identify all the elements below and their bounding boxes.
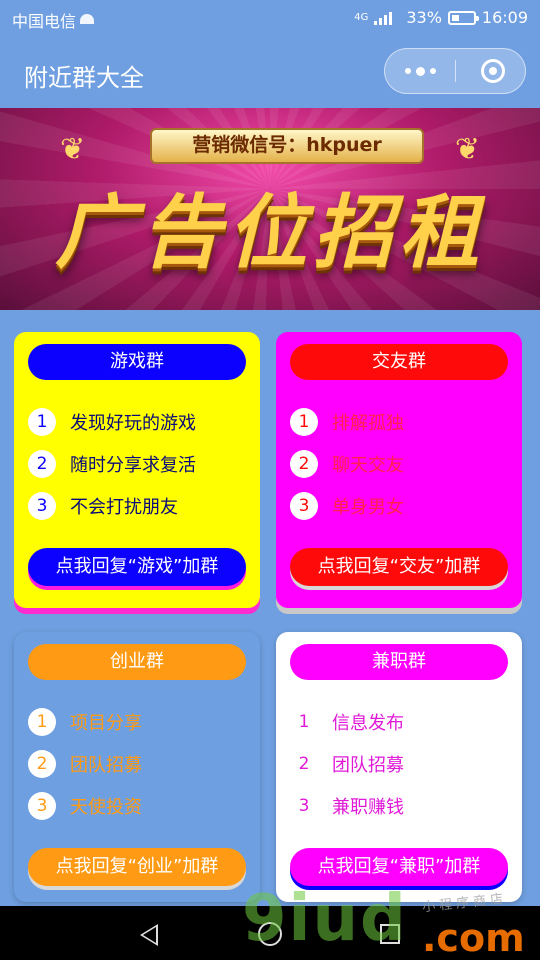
item-text: 兼职赚钱: [332, 797, 404, 818]
watermark: 9iud 小程序商店 .com: [242, 882, 540, 960]
item-text: 随时分享求复活: [70, 455, 196, 476]
mini-program-navbar: 附近群大全: [0, 36, 540, 108]
banner-headline: 广告位招租: [55, 186, 485, 279]
item-number: 3: [28, 792, 56, 820]
crown-ornament-right-icon: ❦: [454, 132, 480, 167]
card-title: 兼职群: [290, 644, 508, 680]
crown-ornament-left-icon: ❦: [60, 132, 86, 167]
watermark-tld: .com: [422, 916, 525, 960]
watermark-logo: 9iud: [242, 882, 408, 956]
item-number: 2: [28, 750, 56, 778]
item-text: 团队招募: [332, 755, 404, 776]
item-text: 不会打扰朋友: [70, 497, 178, 518]
list-item: 3 不会打扰朋友: [28, 492, 178, 520]
list-item: 1 排解孤独: [290, 408, 404, 436]
list-item: 1 信息发布: [290, 708, 404, 736]
capsule-menu: [384, 48, 526, 94]
item-number: 1: [28, 408, 56, 436]
item-text: 排解孤独: [332, 413, 404, 434]
wifi-icon: [80, 14, 95, 26]
watermark-tagline: 小程序商店: [421, 891, 508, 916]
page-title: 附近群大全: [24, 64, 144, 92]
item-text: 团队招募: [70, 755, 142, 776]
list-item: 2 团队招募: [290, 750, 404, 778]
card-title: 交友群: [290, 344, 508, 380]
item-number: 2: [298, 754, 310, 774]
close-target-icon[interactable]: [481, 59, 505, 83]
item-text: 项目分享: [70, 713, 142, 734]
banner-subtitle: 营销微信号：hkpuer: [192, 134, 382, 156]
list-item: 2 团队招募: [28, 750, 142, 778]
signal-icon: [374, 11, 400, 25]
card-game-group: 游戏群 1 发现好玩的游戏 2 随时分享求复活 3 不会打扰朋友 点我回复“游戏…: [14, 332, 260, 608]
item-text: 天使投资: [70, 797, 142, 818]
list-item: 2 随时分享求复活: [28, 450, 196, 478]
card-startup-group: 创业群 1 项目分享 2 团队招募 3 天使投资 点我回复“创业”加群: [14, 632, 260, 902]
card-title: 创业群: [28, 644, 246, 680]
item-text: 聊天交友: [332, 455, 404, 476]
item-text: 信息发布: [332, 713, 404, 734]
list-item: 1 项目分享: [28, 708, 142, 736]
item-number: 2: [28, 450, 56, 478]
join-startup-group-button[interactable]: 点我回复“创业”加群: [28, 848, 246, 886]
item-number: 3: [298, 796, 310, 816]
card-parttime-group: 兼职群 1 信息发布 2 团队招募 3 兼职赚钱 点我回复“兼职”加群: [276, 632, 522, 902]
list-item: 3 天使投资: [28, 792, 142, 820]
item-number: 3: [290, 492, 318, 520]
card-friends-group: 交友群 1 排解孤独 2 聊天交友 3 单身男女 点我回复“交友”加群: [276, 332, 522, 608]
item-number: 1: [298, 712, 310, 732]
battery-percent: 33%: [406, 8, 442, 27]
item-number: 1: [290, 408, 318, 436]
ad-banner[interactable]: ❦ ❦ 营销微信号：hkpuer 广告位招租: [0, 108, 540, 310]
join-friends-group-button[interactable]: 点我回复“交友”加群: [290, 548, 508, 586]
item-text: 发现好玩的游戏: [70, 413, 196, 434]
item-number: 2: [290, 450, 318, 478]
join-game-group-button[interactable]: 点我回复“游戏”加群: [28, 548, 246, 586]
list-item: 1 发现好玩的游戏: [28, 408, 196, 436]
clock: 16:09: [481, 8, 528, 27]
list-item: 3 单身男女: [290, 492, 404, 520]
more-icon[interactable]: [385, 49, 455, 93]
join-parttime-group-button[interactable]: 点我回复“兼职”加群: [290, 848, 508, 886]
back-icon[interactable]: [140, 924, 158, 946]
status-bar: 中国电信 4G 33% 16:09: [0, 0, 540, 36]
list-item: 3 兼职赚钱: [290, 792, 404, 820]
network-label: 4G: [354, 12, 369, 23]
item-number: 1: [28, 708, 56, 736]
list-item: 2 聊天交友: [290, 450, 404, 478]
carrier-label: 中国电信: [12, 12, 77, 31]
battery-icon: [447, 10, 479, 25]
card-title: 游戏群: [28, 344, 246, 380]
item-text: 单身男女: [332, 497, 404, 518]
capsule-divider: [455, 60, 456, 82]
item-number: 3: [28, 492, 56, 520]
